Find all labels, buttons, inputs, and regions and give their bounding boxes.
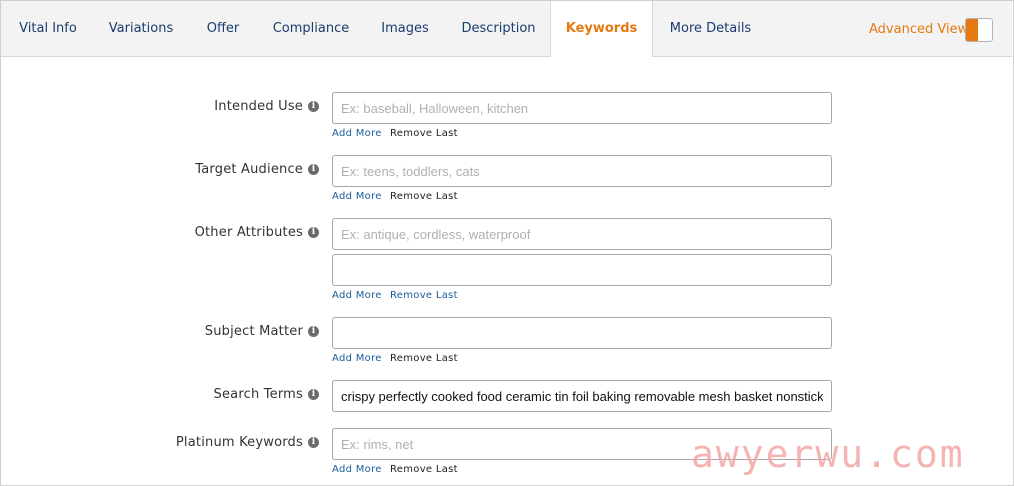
tab-variations[interactable]: Variations xyxy=(95,1,187,56)
intended-use-remove-last[interactable]: Remove Last xyxy=(390,128,458,139)
target-audience-remove-last[interactable]: Remove Last xyxy=(390,191,458,202)
tab-compliance[interactable]: Compliance xyxy=(259,1,363,56)
subject-matter-remove-last[interactable]: Remove Last xyxy=(390,353,458,364)
subject-matter-label: Subject Matter xyxy=(204,324,303,339)
intended-use-add-more[interactable]: Add More xyxy=(332,128,382,139)
intended-use-label: Intended Use xyxy=(214,99,303,114)
intended-use-input[interactable] xyxy=(332,92,832,124)
watermark-text: awyerwu.com xyxy=(691,432,965,476)
tab-keywords[interactable]: Keywords xyxy=(550,1,653,57)
subject-matter-add-more[interactable]: Add More xyxy=(332,353,382,364)
advanced-view-toggle[interactable] xyxy=(965,18,993,42)
info-icon[interactable]: i xyxy=(308,437,319,448)
search-terms-input[interactable] xyxy=(332,380,832,412)
search-terms-label: Search Terms xyxy=(213,387,303,402)
info-icon[interactable]: i xyxy=(308,389,319,400)
other-attributes-remove-last[interactable]: Remove Last xyxy=(390,290,458,301)
info-icon[interactable]: i xyxy=(308,326,319,337)
other-attributes-label: Other Attributes xyxy=(194,225,303,240)
platinum-keywords-add-more[interactable]: Add More xyxy=(332,464,382,475)
target-audience-add-more[interactable]: Add More xyxy=(332,191,382,202)
info-icon[interactable]: i xyxy=(308,227,319,238)
other-attributes-add-more[interactable]: Add More xyxy=(332,290,382,301)
tab-offer[interactable]: Offer xyxy=(187,1,259,56)
subject-matter-input[interactable] xyxy=(332,317,832,349)
target-audience-input[interactable] xyxy=(332,155,832,187)
info-icon[interactable]: i xyxy=(308,164,319,175)
platinum-keywords-remove-last[interactable]: Remove Last xyxy=(390,464,458,475)
target-audience-label: Target Audience xyxy=(195,162,303,177)
other-attributes-input-2[interactable] xyxy=(332,254,832,286)
platinum-keywords-label: Platinum Keywords xyxy=(175,435,303,450)
tab-images[interactable]: Images xyxy=(363,1,447,56)
advanced-view-label: Advanced View xyxy=(869,22,969,37)
tab-more-details[interactable]: More Details xyxy=(652,1,769,56)
tab-description[interactable]: Description xyxy=(447,1,550,56)
tab-bar: Vital Info Variations Offer Compliance I… xyxy=(1,1,1012,57)
other-attributes-input-1[interactable] xyxy=(332,218,832,250)
tab-vital-info[interactable]: Vital Info xyxy=(1,1,95,56)
info-icon[interactable]: i xyxy=(308,101,319,112)
toggle-knob xyxy=(966,19,978,41)
